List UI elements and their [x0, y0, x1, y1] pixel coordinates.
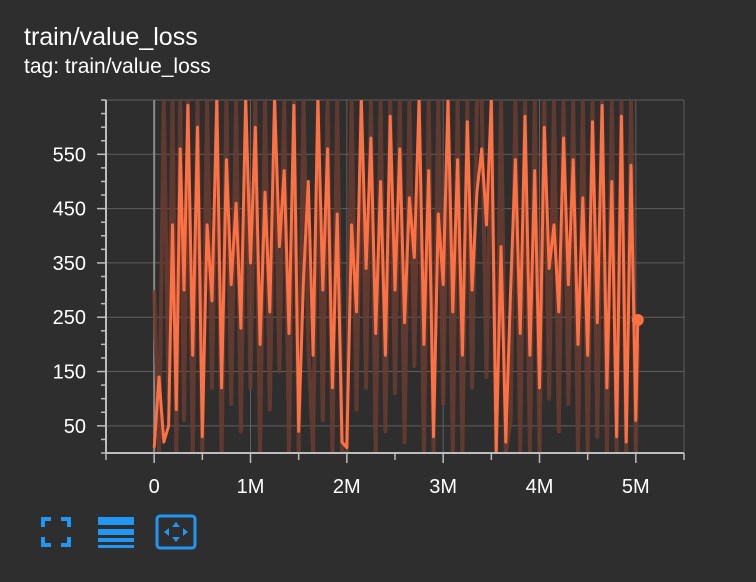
y-tick-label: 250	[53, 307, 86, 329]
x-tick-label: 5M	[622, 476, 650, 498]
x-tick-label: 1M	[237, 476, 265, 498]
x-tick-label: 3M	[429, 476, 457, 498]
y-tick-label: 150	[53, 362, 86, 384]
y-tick-label: 450	[53, 199, 86, 221]
x-tick-label: 2M	[333, 476, 361, 498]
chart-toolbar	[40, 512, 214, 552]
x-tick-label: 4M	[526, 476, 554, 498]
current-value-marker[interactable]	[631, 313, 644, 326]
y-tick-label: 50	[64, 416, 86, 438]
toggle-log-scale-button[interactable]	[94, 512, 138, 552]
scalar-chart[interactable]: 50 150 250 350 450 550 0 1M 2M 3M 4M 5M	[0, 0, 756, 500]
fit-domain-icon	[155, 514, 197, 550]
fullscreen-button[interactable]	[34, 512, 78, 552]
x-tick-label: 0	[149, 476, 160, 498]
y-tick-label: 550	[53, 144, 86, 166]
y-tick-label: 350	[53, 253, 86, 275]
toggle-log-scale-icon	[98, 517, 134, 548]
fullscreen-icon	[41, 517, 71, 547]
fit-domain-button[interactable]	[154, 512, 198, 552]
